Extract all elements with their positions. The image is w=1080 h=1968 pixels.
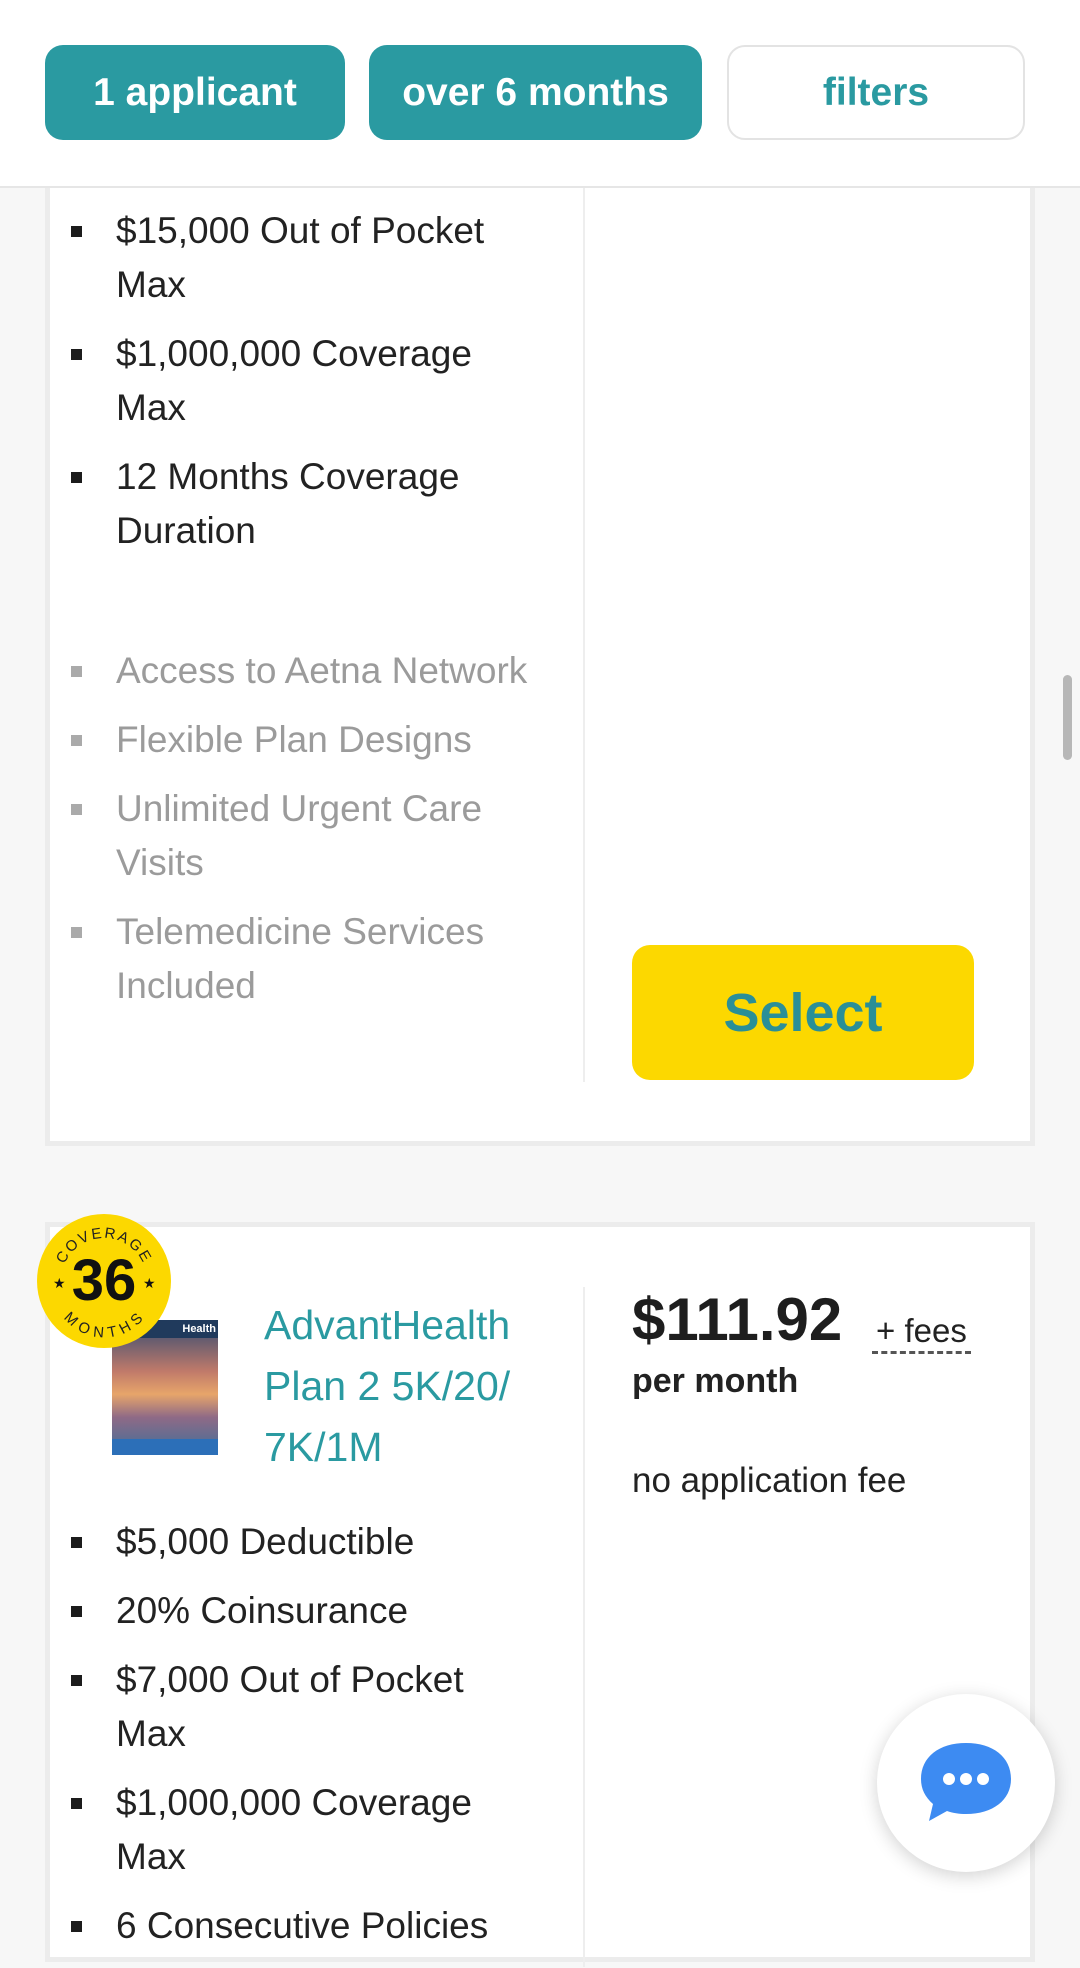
duration-filter-button[interactable]: over 6 months (369, 45, 702, 140)
badge-number: 36 (72, 1248, 137, 1313)
filters-button[interactable]: filters (727, 45, 1025, 140)
plan-extra-feature: Telemedicine Services Included (50, 905, 540, 1013)
chat-launcher-button[interactable] (877, 1694, 1055, 1872)
plan-feature: $15,000 Out of Pocket Max (50, 204, 540, 312)
plan-extra-feature: Unlimited Urgent Care Visits (50, 782, 540, 890)
plan-extras-list: Access to Aetna Network Flexible Plan De… (50, 644, 540, 1028)
page-scrollbar[interactable] (1063, 675, 1072, 760)
plan-feature: 6 Consecutive Policies (50, 1899, 540, 1953)
plan-features-list: $15,000 Out of Pocket Max $1,000,000 Cov… (50, 204, 540, 573)
plan-price: $111.92 (632, 1286, 843, 1353)
filter-bar: 1 applicant over 6 months filters (0, 0, 1080, 188)
coverage-36-months-badge: COVERAGE 36 MONTHS ★ ★ (37, 1214, 171, 1348)
fees-tooltip-link[interactable]: + fees (872, 1311, 971, 1354)
select-plan-button[interactable]: Select (632, 945, 974, 1080)
plan-feature: 20% Coinsurance (50, 1584, 540, 1638)
thumbnail-footer (112, 1439, 218, 1455)
price-period: per month (632, 1362, 799, 1400)
applicants-filter-button[interactable]: 1 applicant (45, 45, 345, 140)
badge-bottom-text: MONTHS (60, 1309, 145, 1342)
card-divider (583, 150, 585, 1082)
plan-features-list: $5,000 Deductible 20% Coinsurance $7,000… (50, 1515, 540, 1968)
chat-bubble-icon (921, 1743, 1011, 1821)
plan-feature: $1,000,000 Coverage Max (50, 327, 540, 435)
plan-feature: $5,000 Deductible (50, 1515, 540, 1569)
plan-feature: $7,000 Out of Pocket Max (50, 1653, 540, 1761)
plan-extra-feature: Flexible Plan Designs (50, 713, 540, 767)
star-icon: ★ (53, 1275, 66, 1291)
plan-extra-feature: Access to Aetna Network (50, 644, 540, 698)
plan-feature: $1,000,000 Coverage Max (50, 1776, 540, 1884)
badge-graphic: COVERAGE 36 MONTHS ★ ★ (53, 1225, 156, 1342)
plan-feature: 12 Months Coverage Duration (50, 450, 540, 558)
svg-text:MONTHS: MONTHS (60, 1309, 147, 1342)
application-fee-note: no application fee (632, 1461, 907, 1500)
plan-card: $15,000 Out of Pocket Max $1,000,000 Cov… (45, 150, 1035, 1146)
star-icon: ★ (143, 1275, 156, 1291)
plan-name-link[interactable]: AdvantHealth Plan 2 5K/20/ 7K/1M (264, 1295, 564, 1478)
card-divider (583, 1287, 585, 1967)
